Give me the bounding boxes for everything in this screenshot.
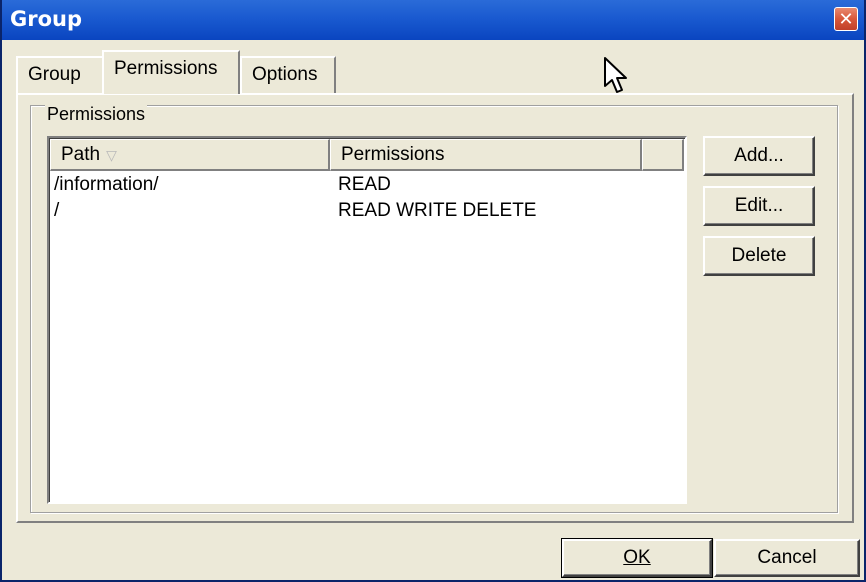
column-header-permissions[interactable]: Permissions — [330, 139, 642, 171]
tab-group-label: Group — [28, 64, 81, 85]
close-icon[interactable]: ✕ — [834, 7, 858, 31]
delete-button[interactable]: Delete — [703, 236, 815, 276]
tab-options[interactable]: Options — [240, 56, 336, 94]
window-title: Group — [10, 7, 83, 31]
row-path: /information/ — [54, 174, 159, 195]
row-path: / — [54, 200, 60, 221]
permissions-list[interactable]: Path ▽ Permissions /information/ READ / R… — [47, 136, 687, 504]
add-button[interactable]: Add... — [703, 136, 815, 176]
delete-button-label: Delete — [731, 245, 787, 266]
sort-down-icon: ▽ — [106, 147, 117, 163]
mouse-pointer-icon — [604, 57, 627, 93]
groupbox-label: Permissions — [45, 104, 148, 125]
column-header-filler — [642, 139, 684, 171]
ok-button[interactable]: OK — [561, 538, 713, 578]
table-row[interactable]: /information/ READ — [50, 173, 684, 199]
list-rows: /information/ READ / READ WRITE DELETE — [50, 173, 684, 225]
column-header-path[interactable]: Path ▽ — [50, 139, 330, 171]
permissions-tab-panel: Permissions Path ▽ Permissions /informati… — [16, 93, 854, 523]
tab-group[interactable]: Group — [16, 56, 104, 94]
column-header-permissions-label: Permissions — [341, 144, 445, 165]
title-bar[interactable]: Group ✕ — [2, 0, 864, 40]
cancel-button-label: Cancel — [757, 547, 817, 568]
list-header: Path ▽ Permissions — [50, 139, 684, 171]
row-permissions: READ — [338, 174, 391, 195]
edit-button[interactable]: Edit... — [703, 186, 815, 226]
tab-options-label: Options — [252, 64, 318, 85]
table-row[interactable]: / READ WRITE DELETE — [50, 199, 684, 225]
group-dialog: Group ✕ Group Permissions Options Permis… — [0, 0, 866, 582]
cancel-button[interactable]: Cancel — [714, 539, 860, 577]
permissions-groupbox: Permissions Path ▽ Permissions /informati… — [30, 104, 838, 513]
edit-button-label: Edit... — [734, 195, 784, 216]
tab-strip: Group Permissions Options — [16, 50, 856, 94]
tab-permissions-label: Permissions — [114, 58, 218, 79]
ok-button-label: OK — [623, 547, 651, 568]
add-button-label: Add... — [734, 145, 784, 166]
column-header-path-label: Path — [61, 144, 101, 165]
row-permissions: READ WRITE DELETE — [338, 200, 537, 221]
tab-permissions[interactable]: Permissions — [102, 50, 240, 94]
